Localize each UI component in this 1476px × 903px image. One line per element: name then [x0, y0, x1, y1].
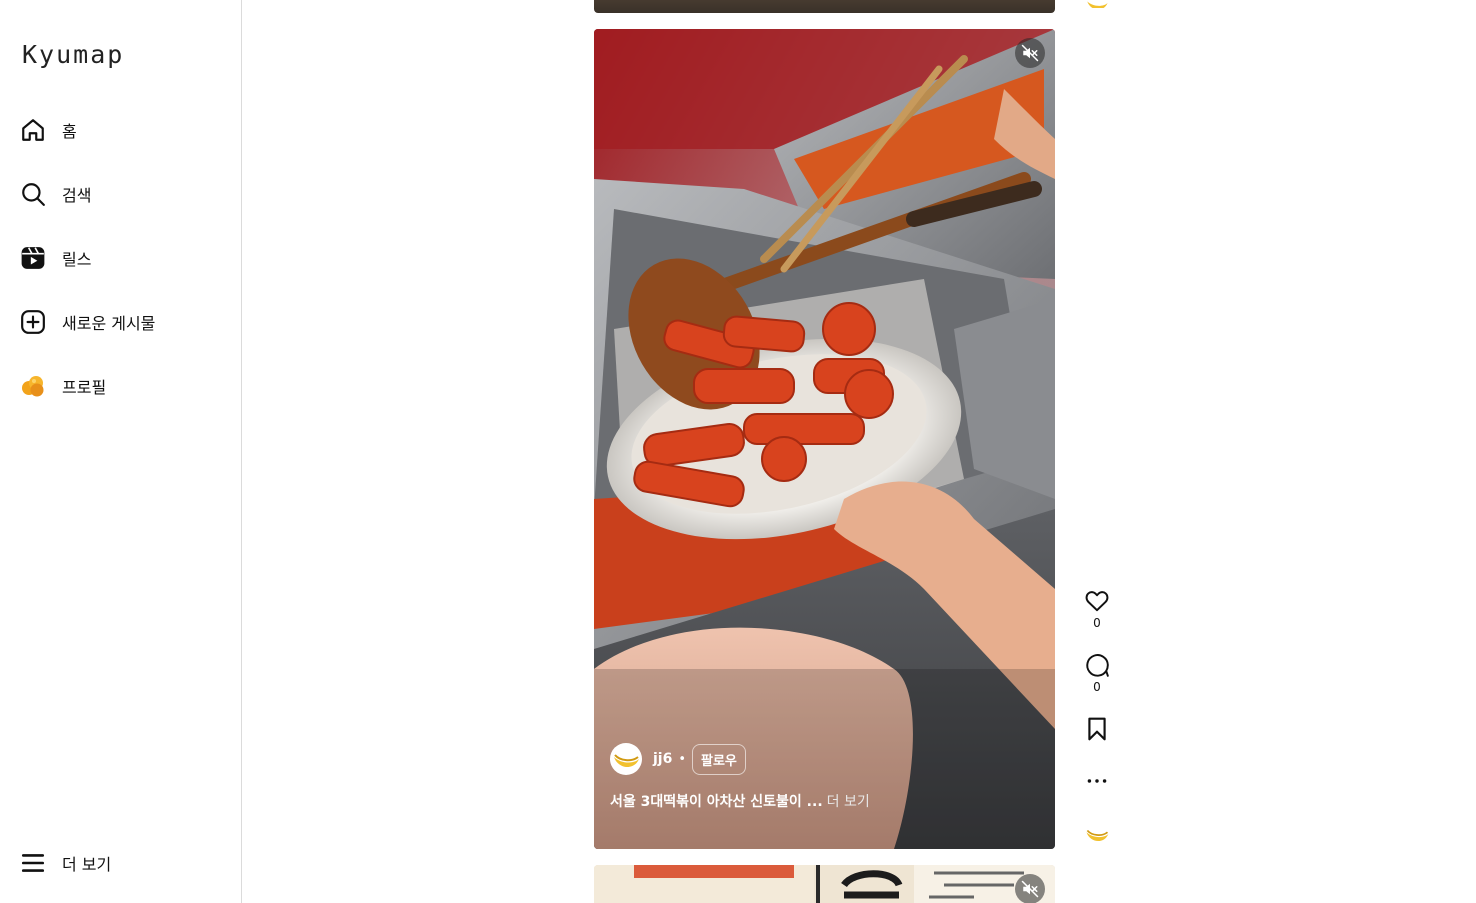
comment-count: 0 [1093, 680, 1101, 694]
sidebar-item-reels[interactable]: 릴스 [20, 238, 220, 278]
speaker-muted-icon [1021, 44, 1039, 62]
caption-more-link[interactable]: 더 보기 [827, 794, 870, 810]
app-logo[interactable]: Kyumap [22, 40, 124, 69]
banana-avatar-icon [1086, 829, 1109, 842]
reel-video[interactable]: jj6 • 팔로우 서울 3대떡볶이 아차산 신토불이 ... 더 보기 [594, 29, 1055, 849]
profile-avatar [20, 373, 46, 399]
owner-username[interactable]: jj6 [653, 751, 672, 767]
heart-icon [1085, 591, 1109, 612]
bookmark-icon [1088, 717, 1106, 741]
home-icon [20, 117, 46, 143]
sidebar-item-label: 릴스 [62, 250, 92, 269]
owner-avatar[interactable] [610, 743, 642, 775]
previous-reel-avatar[interactable] [1084, 0, 1110, 8]
plus-square-icon [20, 309, 46, 335]
sidebar-item-more[interactable]: 더 보기 [20, 843, 220, 883]
previous-reel-video[interactable] [594, 0, 1055, 13]
reel-owner: jj6 • 팔로우 [610, 743, 746, 775]
reel-caption: 서울 3대떡볶이 아차산 신토불이 ... 더 보기 [610, 791, 870, 811]
sidebar-item-new-post[interactable]: 새로운 게시물 [20, 302, 220, 342]
next-reel-video[interactable] [594, 865, 1055, 903]
comment-icon [1086, 654, 1109, 677]
sidebar-item-search[interactable]: 검색 [20, 174, 220, 214]
audio-avatar[interactable] [1080, 820, 1114, 848]
reel-video-frame [594, 29, 1055, 849]
mute-button[interactable] [1015, 38, 1045, 68]
save-button[interactable] [1080, 716, 1114, 742]
search-icon [20, 181, 46, 207]
sidebar-item-label: 프로필 [62, 378, 107, 397]
sidebar: Kyumap 홈 검색 릴스 새로운 게시물 프로필 더 보기 [0, 0, 242, 903]
sidebar-item-label: 홈 [62, 122, 77, 141]
comment-button[interactable]: 0 [1080, 652, 1114, 694]
sidebar-item-label: 더 보기 [62, 855, 112, 874]
menu-icon [20, 850, 46, 876]
sidebar-item-label: 새로운 게시물 [62, 314, 156, 333]
follow-button[interactable]: 팔로우 [692, 743, 746, 775]
sidebar-item-label: 검색 [62, 186, 92, 205]
sidebar-item-profile[interactable]: 프로필 [20, 366, 220, 406]
next-reel-frame [594, 865, 1055, 903]
like-button[interactable]: 0 [1080, 588, 1114, 630]
next-mute-button[interactable] [1015, 874, 1045, 903]
caption-text: 서울 3대떡볶이 아차산 신토불이 ... [610, 794, 823, 810]
reels-icon [20, 245, 46, 271]
sidebar-item-home[interactable]: 홈 [20, 110, 220, 150]
more-horizontal-icon [1087, 779, 1107, 783]
like-count: 0 [1093, 616, 1101, 630]
separator-dot: • [678, 751, 687, 767]
more-options-button[interactable] [1080, 768, 1114, 794]
speaker-muted-icon [1021, 880, 1039, 898]
